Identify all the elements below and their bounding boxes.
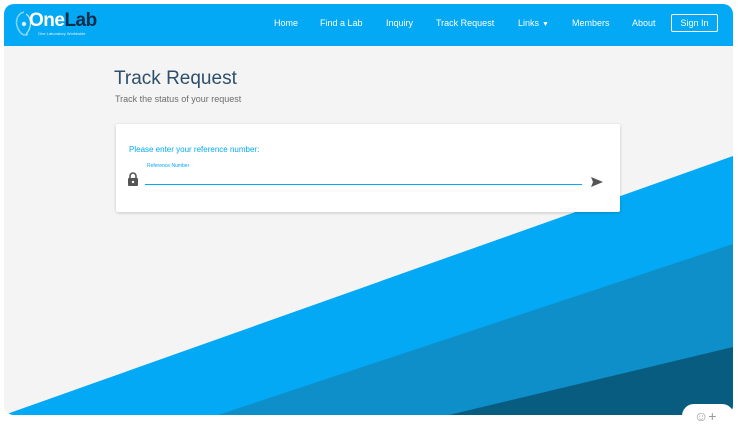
brand-name: OneLab xyxy=(29,10,97,32)
reference-number-input[interactable] xyxy=(145,170,582,185)
nav-links-label: Links xyxy=(518,18,540,28)
nav-about[interactable]: About xyxy=(632,18,656,28)
brand-logo[interactable]: OneLab One Laboratory Worldwide xyxy=(12,8,112,42)
chevron-down-icon: ▼ xyxy=(542,21,549,28)
nav-home[interactable]: Home xyxy=(274,18,298,28)
track-request-card: Please enter your reference number: Refe… xyxy=(116,124,620,212)
emoji-add-icon: ☺+ xyxy=(694,408,717,424)
brand-name-lab: Lab xyxy=(64,10,97,31)
page-title: Track Request xyxy=(114,68,237,89)
nav-members[interactable]: Members xyxy=(572,18,610,28)
brand-name-one: One xyxy=(29,10,65,31)
sign-in-button[interactable]: Sign In xyxy=(671,14,718,32)
reference-number-label: Reference Number xyxy=(147,163,190,169)
app-frame: OneLab One Laboratory Worldwide Home Fin… xyxy=(4,4,733,415)
nav-inquiry[interactable]: Inquiry xyxy=(386,18,413,28)
page-subtitle: Track the status of your request xyxy=(115,94,242,104)
floating-widget[interactable]: ☺+ xyxy=(682,404,734,426)
reference-prompt: Please enter your reference number: xyxy=(129,145,260,154)
brand-tagline: One Laboratory Worldwide xyxy=(38,31,86,36)
send-icon[interactable] xyxy=(590,176,604,188)
nav-links-dropdown[interactable]: Links ▼ xyxy=(518,18,549,28)
nav-track-request[interactable]: Track Request xyxy=(436,18,494,28)
lock-icon xyxy=(128,172,138,186)
nav-find-a-lab[interactable]: Find a Lab xyxy=(320,18,363,28)
top-navbar: OneLab One Laboratory Worldwide Home Fin… xyxy=(4,4,733,46)
